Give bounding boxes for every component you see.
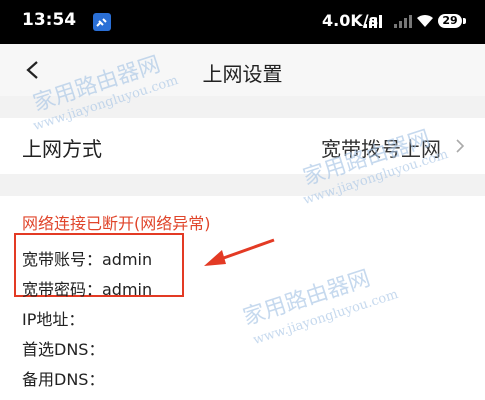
- signal-icon: [364, 15, 382, 28]
- arrow-annotation: [204, 238, 275, 266]
- ip-row: IP地址：: [22, 310, 85, 329]
- nav-bar: 上网设置: [0, 44, 485, 96]
- status-bar: 13:54 4.0K/s 29: [0, 0, 485, 44]
- battery-icon: 29: [438, 14, 466, 28]
- signal-icon: [394, 15, 412, 28]
- page-title: 上网设置: [202, 62, 283, 86]
- password-row: 宽带密码：admin: [22, 280, 153, 299]
- secondary-dns-row: 备用DNS：: [22, 370, 105, 389]
- connection-mode-label: 上网方式: [22, 137, 102, 161]
- connection-mode-row[interactable]: 上网方式 宽带拨号上网: [0, 118, 485, 174]
- wifi-icon: [417, 14, 433, 27]
- clock: 13:54: [22, 10, 77, 30]
- primary-dns-row: 首选DNS：: [22, 340, 105, 359]
- satellite-icon: [93, 13, 111, 31]
- connection-mode-value: 宽带拨号上网: [321, 137, 441, 161]
- account-row: 宽带账号：admin: [22, 250, 153, 269]
- connection-info-card: 网络连接已断开(网络异常) 宽带账号：admin 宽带密码：admin IP地址…: [0, 196, 485, 400]
- connection-status: 网络连接已断开(网络异常): [22, 214, 211, 233]
- chevron-right-icon: [456, 139, 465, 153]
